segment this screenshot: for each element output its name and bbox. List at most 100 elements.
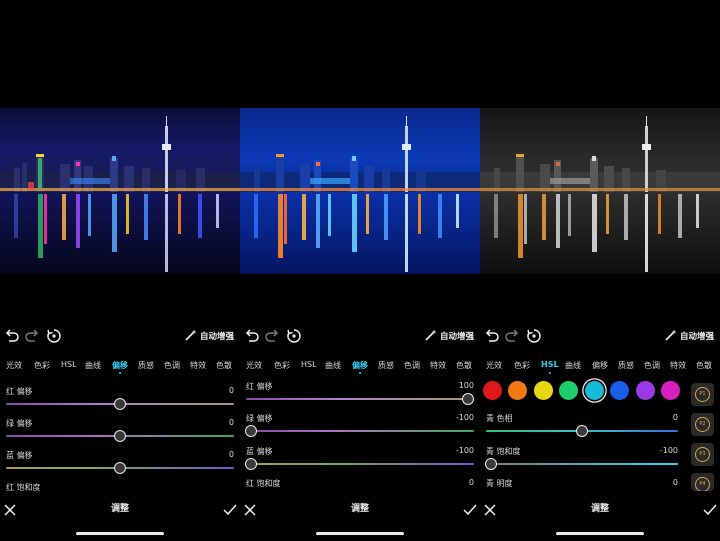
slider-label-red-offset: 红 偏移 xyxy=(6,387,33,396)
color-swatch-orange[interactable] xyxy=(508,381,527,400)
undo-icon[interactable] xyxy=(244,328,260,344)
auto-enhance-button[interactable]: 自动增强 xyxy=(185,329,234,344)
confirm-check-icon[interactable] xyxy=(463,501,477,520)
preset-p1-label: P1 xyxy=(695,387,710,402)
editor-panel-hsl: 自动增强 光效 色彩 HSL 曲线 偏移 质感 色调 特效 色散 青 色相 0 … xyxy=(480,0,720,541)
color-swatch-yellow[interactable] xyxy=(534,381,553,400)
tab-curves[interactable]: 曲线 xyxy=(325,360,341,371)
tab-light[interactable]: 光效 xyxy=(6,360,22,371)
preset-p4-label: P4 xyxy=(695,477,710,491)
tab-tone[interactable]: 色调 xyxy=(404,360,420,371)
auto-enhance-label: 自动增强 xyxy=(199,332,234,342)
tab-texture[interactable]: 质感 xyxy=(138,360,154,371)
preset-p4[interactable]: P4 xyxy=(691,473,714,491)
bottom-bar: 调整 xyxy=(480,498,720,518)
tab-dispersion[interactable]: 色散 xyxy=(216,360,232,371)
confirm-check-icon[interactable] xyxy=(223,501,237,520)
tab-offset[interactable]: 偏移 xyxy=(352,360,368,374)
tab-texture[interactable]: 质感 xyxy=(378,360,394,371)
tab-dispersion[interactable]: 色散 xyxy=(456,360,472,371)
color-swatch-blue[interactable] xyxy=(610,381,629,400)
tab-hsl[interactable]: HSL xyxy=(541,360,559,374)
slider-value-blue-offset: -100 xyxy=(455,446,474,455)
tab-color[interactable]: 色彩 xyxy=(274,360,290,371)
redo-icon[interactable] xyxy=(504,328,520,344)
panel-title: 调整 xyxy=(110,504,129,514)
slider-track-blue-offset[interactable] xyxy=(246,463,474,465)
color-swatch-cyan[interactable] xyxy=(585,381,604,400)
tab-dispersion[interactable]: 色散 xyxy=(696,360,712,371)
redo-icon[interactable] xyxy=(264,328,280,344)
tab-tone[interactable]: 色调 xyxy=(164,360,180,371)
bottom-bar: 调整 xyxy=(0,498,240,518)
slider-handle-blue-offset[interactable] xyxy=(114,462,126,474)
undo-icon[interactable] xyxy=(484,328,500,344)
tab-hsl[interactable]: HSL xyxy=(61,360,77,369)
photo-preview xyxy=(240,108,480,274)
auto-enhance-label: 自动增强 xyxy=(679,332,714,342)
slider-handle-green-offset[interactable] xyxy=(245,425,257,437)
edit-toolbar: 自动增强 xyxy=(480,326,720,348)
active-tab-indicator xyxy=(359,372,361,374)
tab-effects[interactable]: 特效 xyxy=(430,360,446,371)
bottom-bar: 调整 xyxy=(240,498,480,518)
active-tab-indicator xyxy=(548,372,551,374)
slider-value-blue-offset: 0 xyxy=(228,450,234,459)
color-swatch-red[interactable] xyxy=(483,381,502,400)
slider-handle-cyan-hue[interactable] xyxy=(576,425,588,437)
tab-offset[interactable]: 偏移 xyxy=(592,360,608,371)
slider-label-cyan-brightness: 青 明度 xyxy=(486,479,513,488)
magic-wand-icon xyxy=(185,329,197,344)
slider-handle-blue-offset[interactable] xyxy=(245,458,257,470)
reset-icon[interactable] xyxy=(526,328,542,344)
slider-value-green-offset: -100 xyxy=(455,413,474,422)
tab-color[interactable]: 色彩 xyxy=(34,360,50,371)
slider-handle-green-offset[interactable] xyxy=(114,430,126,442)
color-swatch-magenta[interactable] xyxy=(661,381,680,400)
preset-p3[interactable]: P3 xyxy=(691,443,714,466)
editor-panel-original: 自动增强 光效 色彩 HSL 曲线 偏移 质感 色调 特效 色散 红 偏移 0 … xyxy=(0,0,240,541)
slider-label-green-offset: 绿 偏移 xyxy=(6,419,33,428)
edit-toolbar: 自动增强 xyxy=(0,326,240,348)
color-swatch-green[interactable] xyxy=(559,381,578,400)
edit-toolbar: 自动增强 xyxy=(240,326,480,348)
tab-effects[interactable]: 特效 xyxy=(190,360,206,371)
slider-handle-red-offset[interactable] xyxy=(462,393,474,405)
tab-tone[interactable]: 色调 xyxy=(644,360,660,371)
home-indicator xyxy=(556,532,644,535)
slider-label-red-saturation: 红 饱和度 xyxy=(6,483,41,492)
redo-icon[interactable] xyxy=(24,328,40,344)
tab-color[interactable]: 色彩 xyxy=(514,360,530,371)
tab-light[interactable]: 光效 xyxy=(486,360,502,371)
tab-light[interactable]: 光效 xyxy=(246,360,262,371)
preset-p2[interactable]: P2 xyxy=(691,413,714,436)
slider-handle-cyan-saturation[interactable] xyxy=(485,458,497,470)
active-tab-indicator xyxy=(119,372,121,374)
confirm-check-icon[interactable] xyxy=(703,501,717,520)
tab-texture[interactable]: 质感 xyxy=(618,360,634,371)
slider-handle-red-offset[interactable] xyxy=(114,398,126,410)
slider-track-green-offset[interactable] xyxy=(246,430,474,432)
slider-value-red-offset: 100 xyxy=(458,381,474,390)
tab-effects[interactable]: 特效 xyxy=(670,360,686,371)
tab-hsl[interactable]: HSL xyxy=(301,360,317,369)
tab-curves[interactable]: 曲线 xyxy=(85,360,101,371)
preset-p3-label: P3 xyxy=(695,447,710,462)
undo-icon[interactable] xyxy=(4,328,20,344)
auto-enhance-button[interactable]: 自动增强 xyxy=(665,329,714,344)
tab-curves[interactable]: 曲线 xyxy=(565,360,581,371)
tab-offset[interactable]: 偏移 xyxy=(112,360,128,374)
slider-value-cyan-brightness: 0 xyxy=(672,478,678,487)
preset-p1[interactable]: P1 xyxy=(691,383,714,406)
slider-label-green-offset: 绿 偏移 xyxy=(246,414,273,423)
slider-value-green-offset: 0 xyxy=(228,418,234,427)
panel-title: 调整 xyxy=(590,504,609,514)
reset-icon[interactable] xyxy=(46,328,62,344)
slider-label-cyan-saturation: 青 饱和度 xyxy=(486,447,521,456)
auto-enhance-button[interactable]: 自动增强 xyxy=(425,329,474,344)
slider-label-red-offset: 红 偏移 xyxy=(246,382,273,391)
reset-icon[interactable] xyxy=(286,328,302,344)
color-swatch-purple[interactable] xyxy=(636,381,655,400)
slider-track-cyan-saturation[interactable] xyxy=(486,463,678,465)
slider-track-red-offset[interactable] xyxy=(246,398,474,400)
